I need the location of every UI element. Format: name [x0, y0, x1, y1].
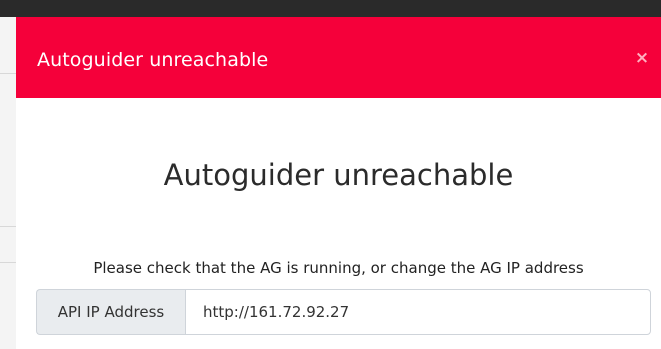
- modal-header: Autoguider unreachable ×: [16, 17, 661, 98]
- ip-address-label: API IP Address: [36, 289, 185, 335]
- modal-message: Please check that the AG is running, or …: [93, 259, 584, 277]
- ip-address-input[interactable]: [185, 289, 651, 335]
- modal-heading: Autoguider unreachable: [163, 158, 514, 192]
- background-divider: [0, 262, 16, 263]
- background-divider: [0, 73, 16, 74]
- close-button[interactable]: ×: [630, 46, 654, 70]
- app-top-bar: [0, 0, 661, 17]
- background-divider: [0, 226, 16, 227]
- ip-address-input-group: API IP Address: [36, 289, 651, 335]
- app-background: [0, 17, 16, 349]
- autoguider-modal: Autoguider unreachable × Autoguider unre…: [16, 17, 661, 349]
- modal-title: Autoguider unreachable: [37, 49, 269, 71]
- close-icon: ×: [634, 48, 650, 68]
